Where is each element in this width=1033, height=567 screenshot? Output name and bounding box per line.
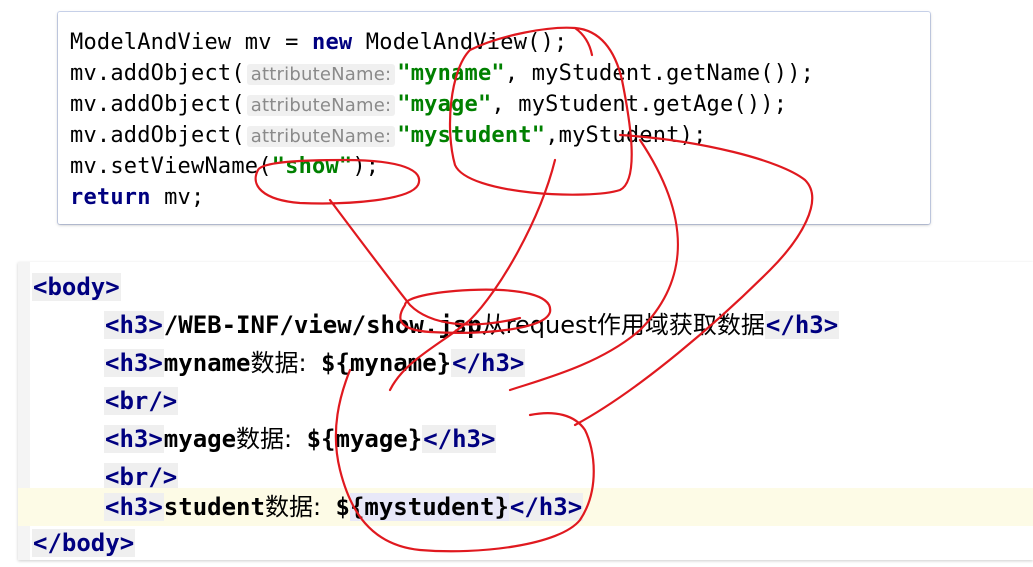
jsp-line-2: <h3>myname数据: ${myname}</h3> — [104, 349, 526, 377]
parameter-hint: attributeName: — [246, 64, 396, 85]
jsp-line-body-close: </body> — [32, 529, 136, 557]
java-line-6: return mv; — [70, 185, 205, 210]
jsp-line-3: <br/> — [104, 387, 179, 415]
jsp-line-4: <h3>myage数据: ${myage}</h3> — [104, 425, 497, 453]
java-line-3: mv.addObject(attributeName: "myage", mySt… — [70, 92, 788, 117]
parameter-hint: attributeName: — [246, 95, 396, 116]
java-line-2: mv.addObject(attributeName: "myname", myS… — [70, 61, 815, 86]
java-line-5: mv.setViewName("show"); — [70, 154, 380, 179]
java-code-panel: ModelAndView mv = new ModelAndView(); mv… — [58, 12, 930, 224]
jsp-line-6-current: <h3>student数据: ${mystudent}</h3> — [18, 488, 1033, 526]
parameter-hint: attributeName: — [246, 126, 396, 147]
java-line-1: ModelAndView mv = new ModelAndView(); — [70, 30, 568, 55]
jsp-line-1: <h3>/WEB-INF/view/show.jsp从request作用域获取数… — [104, 311, 840, 339]
java-line-4: mv.addObject(attributeName: "mystudent",m… — [70, 123, 707, 148]
jsp-code-panel: <body> <h3>/WEB-INF/view/show.jsp从reques… — [18, 262, 1033, 560]
jsp-line-body-open: <body> — [32, 273, 121, 301]
